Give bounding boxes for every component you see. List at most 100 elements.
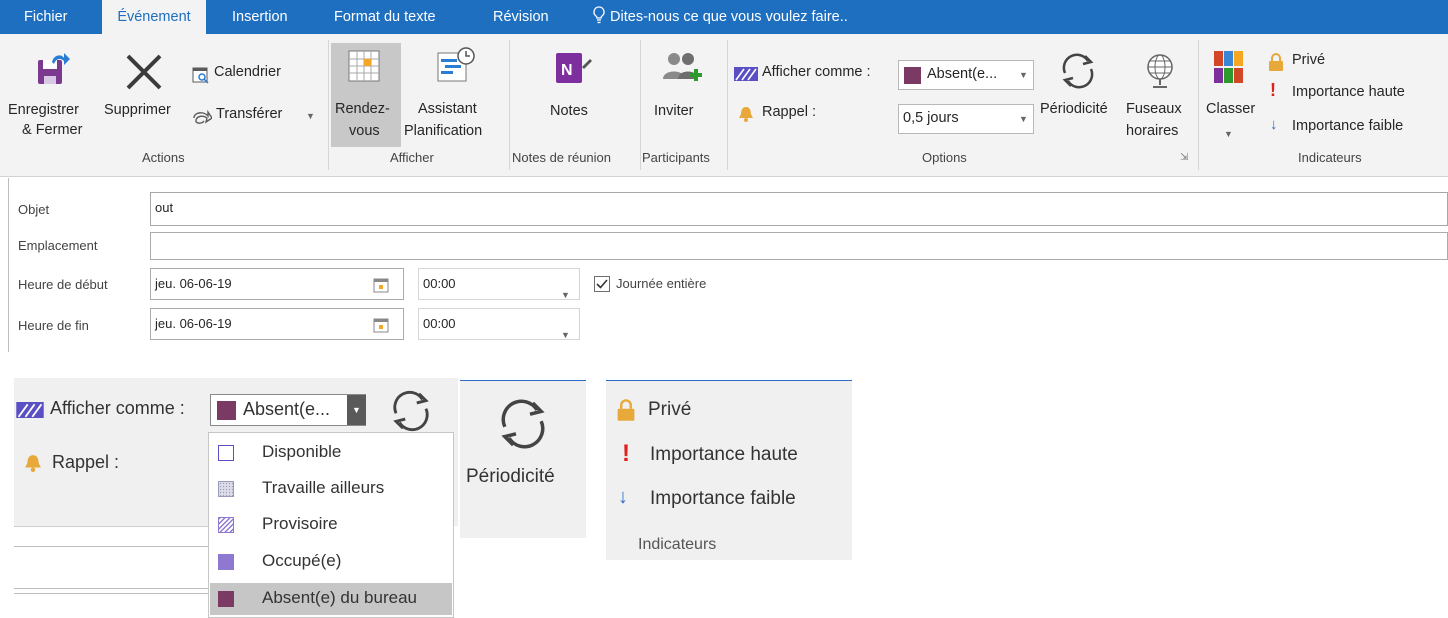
categorize-icon: [1214, 51, 1243, 83]
tab-insertion[interactable]: Insertion: [232, 0, 288, 34]
appointment-grid-icon: [348, 50, 380, 82]
exclamation-icon: !: [622, 440, 630, 467]
scheduling-assistant-button[interactable]: Assistant Planification: [404, 43, 506, 147]
show-as-option-label: Disponible: [262, 442, 342, 461]
categorize-button[interactable]: Classer ▼: [1200, 43, 1258, 147]
tab-format[interactable]: Format du texte: [334, 0, 436, 34]
invite-people-icon: [663, 53, 702, 81]
chevron-down-icon: ▼: [1224, 129, 1233, 139]
exclamation-icon: !: [1270, 80, 1276, 100]
zoom-high-importance-button[interactable]: ! Importance haute: [616, 440, 844, 470]
show-as-option-label: Occupé(e): [262, 551, 342, 570]
scheduling-icon: [437, 47, 475, 82]
start-time-value: 00:00: [423, 276, 456, 291]
calendar-picker-icon[interactable]: [373, 317, 389, 333]
lock-icon: [1269, 53, 1283, 71]
start-time-label: Heure de début: [18, 277, 108, 292]
show-as-option-label: Absent(e) du bureau: [262, 588, 417, 607]
zoom-field-line: [14, 593, 210, 594]
status-swatch-icon: [218, 591, 234, 607]
save-icon: [38, 53, 70, 84]
recurrence-icon: [1062, 53, 1094, 89]
start-time-input[interactable]: 00:00 ▼: [418, 268, 580, 300]
show-as-label-group: Afficher comme :: [734, 64, 904, 86]
show-as-dropdown[interactable]: Absent(e... ▼: [898, 60, 1034, 90]
tab-fichier[interactable]: Fichier: [24, 0, 68, 34]
show-as-option-label: Travaille ailleurs: [262, 478, 385, 497]
tell-me-box[interactable]: Dites-nous ce que vous voulez faire..: [592, 0, 848, 34]
status-swatch-icon: [218, 481, 234, 497]
time-zones-button[interactable]: Fuseaux horaires: [1126, 43, 1194, 147]
notes-button[interactable]: N Notes: [532, 43, 622, 147]
show-as-option[interactable]: Provisoire: [210, 509, 452, 541]
show-as-icon: [16, 402, 44, 418]
tab-evenement[interactable]: Événement: [102, 0, 206, 34]
subject-label: Objet: [18, 202, 50, 217]
down-arrow-icon: ↓: [618, 486, 628, 508]
forward-icon: [193, 109, 212, 124]
end-time-value: 00:00: [423, 316, 456, 331]
high-importance-button[interactable]: ! Importance haute: [1268, 80, 1438, 104]
private-button[interactable]: Privé: [1268, 52, 1428, 74]
show-as-option[interactable]: Occupé(e): [210, 546, 452, 578]
appointment-view-button[interactable]: Rendez- vous: [331, 43, 401, 147]
group-label-options: Options: [922, 150, 967, 165]
dialog-launcher-icon[interactable]: ⇲: [1180, 152, 1188, 163]
chevron-down-icon[interactable]: ▼: [347, 395, 366, 425]
zoom-low-importance-button[interactable]: ↓ Importance faible: [616, 486, 844, 514]
low-importance-button[interactable]: ↓ Importance faible: [1268, 116, 1438, 138]
forward-button[interactable]: Transférer ▼: [192, 106, 320, 128]
calendar-search-icon: [192, 67, 209, 84]
show-as-option-label: Provisoire: [262, 514, 338, 533]
group-label-afficher: Afficher: [390, 150, 434, 165]
recurrence-icon[interactable]: [386, 388, 436, 434]
end-date-input[interactable]: jeu. 06-06-19: [150, 308, 404, 340]
zoom-private-button[interactable]: Privé: [616, 398, 736, 424]
group-label-actions: Actions: [142, 150, 185, 165]
zoom-show-as-dropdown[interactable]: Absent(e... ▼: [210, 394, 366, 426]
group-label-participants: Participants: [642, 150, 710, 165]
status-swatch-icon: [218, 517, 234, 533]
delete-button[interactable]: Supprimer: [104, 42, 184, 146]
zoom-indicators-group-label: Indicateurs: [638, 536, 717, 553]
save-close-button[interactable]: Enregistrer & Fermer: [8, 42, 104, 146]
zoom-accent-line: [460, 380, 586, 381]
status-swatch-icon: [218, 554, 234, 570]
show-as-icon: [734, 67, 758, 81]
calendar-picker-icon[interactable]: [373, 277, 389, 293]
chevron-down-icon: ▼: [1019, 70, 1028, 80]
start-date-input[interactable]: jeu. 06-06-19: [150, 268, 404, 300]
reminder-label-group: Rappel :: [734, 104, 834, 126]
calendar-button[interactable]: Calendrier: [192, 64, 312, 86]
zoom-recurrence-label[interactable]: Périodicité: [466, 466, 555, 488]
form-left-border: [8, 178, 9, 352]
recurrence-icon[interactable]: [494, 396, 552, 452]
bell-icon: [739, 107, 753, 122]
delete-x-icon: [126, 54, 162, 90]
all-day-checkbox[interactable]: [594, 276, 610, 292]
chevron-down-icon: ▼: [1019, 114, 1028, 124]
zoom-field-line: [14, 546, 210, 547]
show-as-option[interactable]: Disponible: [210, 437, 452, 469]
group-divider: [727, 40, 728, 170]
away-swatch: [904, 67, 921, 84]
end-time-input[interactable]: 00:00 ▼: [418, 308, 580, 340]
tab-revision[interactable]: Révision: [493, 0, 549, 34]
tell-me-text: Dites-nous ce que vous voulez faire..: [610, 9, 848, 25]
group-divider: [328, 40, 329, 170]
location-input[interactable]: [150, 232, 1448, 260]
onenote-icon: N: [556, 53, 592, 83]
recurrence-button[interactable]: Périodicité: [1040, 43, 1124, 147]
bell-icon: [25, 455, 41, 472]
group-divider: [509, 40, 510, 170]
subject-input[interactable]: out: [150, 192, 1448, 226]
show-as-option[interactable]: Absent(e) du bureau: [210, 583, 452, 615]
group-divider: [1198, 40, 1199, 170]
globe-icon: [1147, 54, 1173, 88]
show-as-option[interactable]: Travaille ailleurs: [210, 473, 452, 505]
end-time-label: Heure de fin: [18, 318, 89, 333]
reminder-dropdown[interactable]: 0,5 jours ▼: [898, 104, 1034, 134]
away-swatch: [217, 401, 236, 420]
chevron-down-icon: ▼: [561, 330, 570, 340]
invite-button[interactable]: Inviter: [650, 43, 722, 147]
